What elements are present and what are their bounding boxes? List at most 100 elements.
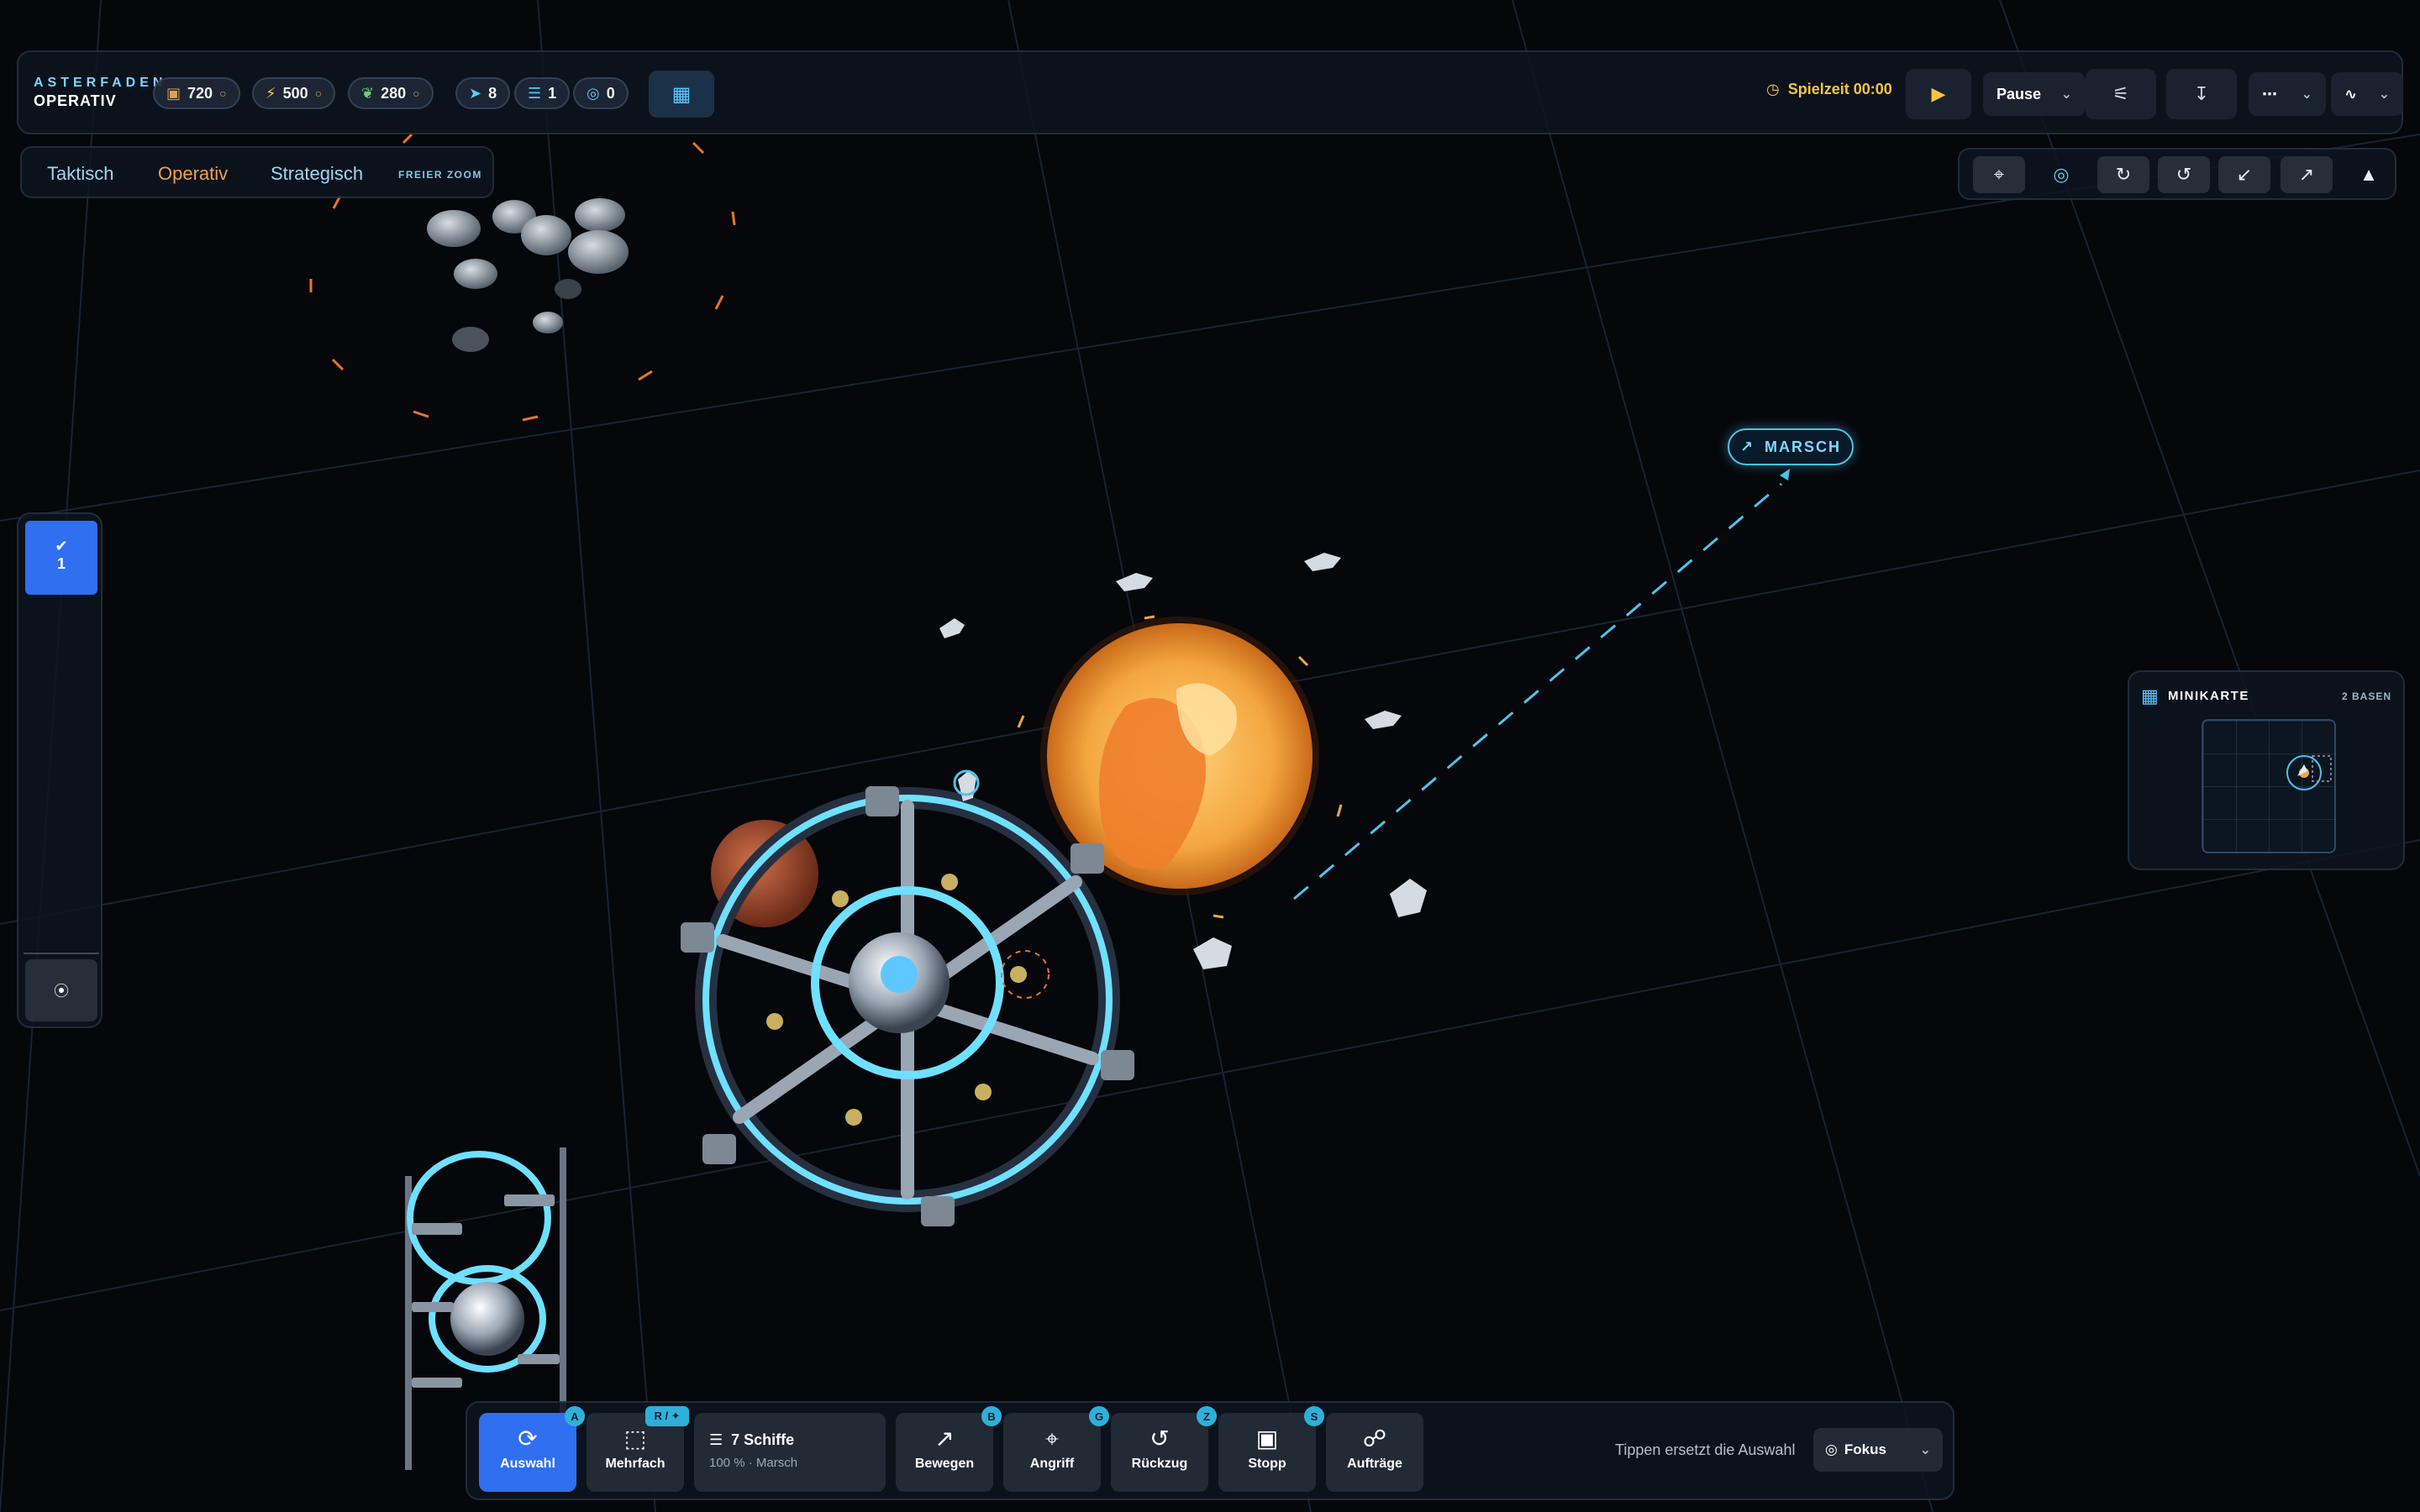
- navigate-arrow-icon: ▲: [2360, 164, 2378, 185]
- tab-strategisch[interactable]: Strategisch: [271, 163, 363, 185]
- stat-targets[interactable]: ◎ 0: [573, 77, 629, 109]
- add-icon: ○: [413, 87, 420, 100]
- waypoint-label[interactable]: ↗ MARSCH: [1728, 428, 1854, 465]
- game-timer-label: Spielzeit 00:00: [1787, 81, 1892, 97]
- crosshair-icon: ⌖: [1993, 164, 2005, 185]
- chevron-down-icon: ⌄: [1919, 1443, 1931, 1457]
- rotate-right-icon: ↻: [2115, 164, 2132, 185]
- activity-select[interactable]: ∿ ⌄: [2331, 72, 2403, 116]
- compass-icon: ⦿: [54, 983, 69, 1000]
- map-icon: ▦: [671, 82, 692, 106]
- stat-layers-value: 1: [548, 84, 557, 102]
- globe-icon: ◎: [2053, 164, 2070, 185]
- globe-button[interactable]: ◎: [2035, 156, 2087, 193]
- control-group-1[interactable]: ✔ 1: [25, 521, 97, 595]
- hotkey-badge: A: [565, 1406, 585, 1426]
- bewegen-button[interactable]: ↗ Bewegen B: [896, 1406, 1002, 1492]
- bolt-icon: ⚡: [266, 84, 276, 102]
- target-icon: ◎: [587, 84, 600, 102]
- arrow-up-right-icon: ↗: [1739, 438, 1755, 455]
- map-toggle-button[interactable]: ▦: [649, 71, 714, 118]
- auftraege-button[interactable]: ☍ Aufträge: [1326, 1413, 1423, 1492]
- waveform-icon: ⚟: [2112, 83, 2129, 104]
- resource-bio-value: 280: [381, 84, 407, 102]
- rail-divider: [24, 953, 99, 954]
- resource-bio[interactable]: ❦ 280 ○: [348, 77, 434, 109]
- marquee-select-icon: ⬚: [623, 1425, 647, 1452]
- mehrfach-button[interactable]: ⬚ Mehrfach R / ✦: [587, 1406, 689, 1492]
- more-icon: ⋯: [2262, 85, 2277, 102]
- rueckzug-button[interactable]: ↺ Rückzug Z: [1111, 1406, 1217, 1492]
- play-button[interactable]: ▶: [1906, 69, 1971, 119]
- focus-icon: ◎: [1825, 1441, 1838, 1457]
- camera-toolbar: ⌖ ◎ ↻ ↺ ↙ ↗ ▲: [1958, 148, 2396, 200]
- top-bar: ASTERFADEN OPERATIV ▣ 720 ○ ⚡ 500 ○ ❦ 28…: [17, 50, 2403, 134]
- layers-icon: ☰: [709, 1431, 723, 1448]
- minimap: ▦ MINIKARTE 2 BASEN: [2128, 670, 2405, 870]
- resource-energy-value: 500: [282, 84, 308, 102]
- clock-icon: ◷: [1766, 81, 1780, 97]
- download-icon: ↧: [2193, 83, 2210, 104]
- angriff-button[interactable]: ⌖ Angriff G: [1003, 1406, 1109, 1492]
- stopp-button[interactable]: ▣ Stopp S: [1218, 1406, 1324, 1492]
- auswahl-label: Auswahl: [500, 1457, 555, 1471]
- brand: ASTERFADEN OPERATIV: [34, 76, 166, 110]
- options-select[interactable]: ⋯ ⌄: [2249, 72, 2326, 116]
- stop-icon: ▣: [1255, 1425, 1279, 1452]
- add-icon: ○: [219, 87, 227, 100]
- hotkey-badge: B: [981, 1406, 1002, 1426]
- resource-metal[interactable]: ▣ 720 ○: [153, 77, 240, 109]
- auswahl-button[interactable]: ⟳ Auswahl A: [479, 1406, 585, 1492]
- hotkey-badge: Z: [1197, 1406, 1217, 1426]
- bewegen-label: Bewegen: [914, 1457, 975, 1471]
- check-icon: ✔: [55, 538, 68, 554]
- expand-button[interactable]: ↗: [2281, 156, 2333, 193]
- tab-taktisch[interactable]: Taktisch: [47, 163, 113, 185]
- command-bar: ⟳ Auswahl A ⬚ Mehrfach R / ✦ ☰ 7 Schiffe…: [466, 1401, 1954, 1500]
- waypoint-marker-icon: [1780, 469, 1790, 480]
- rueckzug-label: Rückzug: [1131, 1457, 1188, 1471]
- save-button[interactable]: ↧: [2166, 69, 2237, 119]
- mehrfach-label: Mehrfach: [605, 1457, 666, 1471]
- rotate-right-button[interactable]: ↻: [2097, 156, 2149, 193]
- stat-layers[interactable]: ☰ 1: [514, 77, 571, 109]
- resource-energy[interactable]: ⚡ 500 ○: [252, 77, 336, 109]
- collapse-button[interactable]: ↙: [2218, 156, 2270, 193]
- play-icon: ▶: [1931, 83, 1946, 104]
- minimap-markers: [2286, 755, 2332, 790]
- selection-count: 7 Schiffe: [731, 1431, 795, 1448]
- selection-hint: Tippen ersetzt die Auswahl: [1615, 1441, 1796, 1458]
- expand-icon: ↗: [2298, 164, 2315, 185]
- hotkey-badge: S: [1304, 1406, 1324, 1426]
- zoom-tabs: Taktisch Operativ Strategisch FREIER ZOO…: [20, 146, 494, 198]
- speed-select-value: Pause: [1996, 85, 2042, 102]
- tab-operativ[interactable]: Operativ: [158, 163, 228, 185]
- rotate-left-icon: ↺: [2175, 164, 2192, 185]
- game-viewport[interactable]: [0, 0, 2420, 1512]
- fleet-icon: ➤: [469, 84, 482, 102]
- stat-fleets[interactable]: ➤ 8: [455, 77, 511, 109]
- crate-icon: ▣: [166, 84, 182, 102]
- crosshair-icon: ⌖: [1045, 1425, 1059, 1452]
- auftraege-label: Aufträge: [1347, 1457, 1402, 1471]
- hotkey-badge: G: [1089, 1406, 1109, 1426]
- selection-status: 100 % · Marsch: [709, 1456, 798, 1470]
- focus-select[interactable]: ◎ Fokus ⌄: [1813, 1428, 1943, 1472]
- brand-mode: OPERATIV: [34, 92, 117, 109]
- rail-settings-button[interactable]: ⦿: [25, 959, 97, 1021]
- speed-select[interactable]: Pause ⌄: [1983, 72, 2086, 116]
- chevron-down-icon: ⌄: [2378, 87, 2390, 102]
- layers-icon: ☰: [528, 84, 542, 102]
- game-timer: ◷ Spielzeit 00:00: [1766, 81, 1892, 98]
- minimap-title: MINIKARTE: [2168, 689, 2249, 703]
- stat-fleets-value: 8: [488, 84, 497, 102]
- stopp-label: Stopp: [1248, 1457, 1286, 1471]
- audio-button[interactable]: ⚟: [2086, 69, 2156, 119]
- rotate-left-button[interactable]: ↺: [2158, 156, 2210, 193]
- crosshair-button[interactable]: ⌖: [1973, 156, 2025, 193]
- navigate-button[interactable]: ▲: [2343, 156, 2395, 193]
- resource-metal-value: 720: [187, 84, 213, 102]
- selection-summary: ☰ 7 Schiffe 100 % · Marsch: [694, 1413, 886, 1492]
- minimap-view[interactable]: [2202, 719, 2336, 853]
- chevron-down-icon: ⌄: [2301, 87, 2312, 102]
